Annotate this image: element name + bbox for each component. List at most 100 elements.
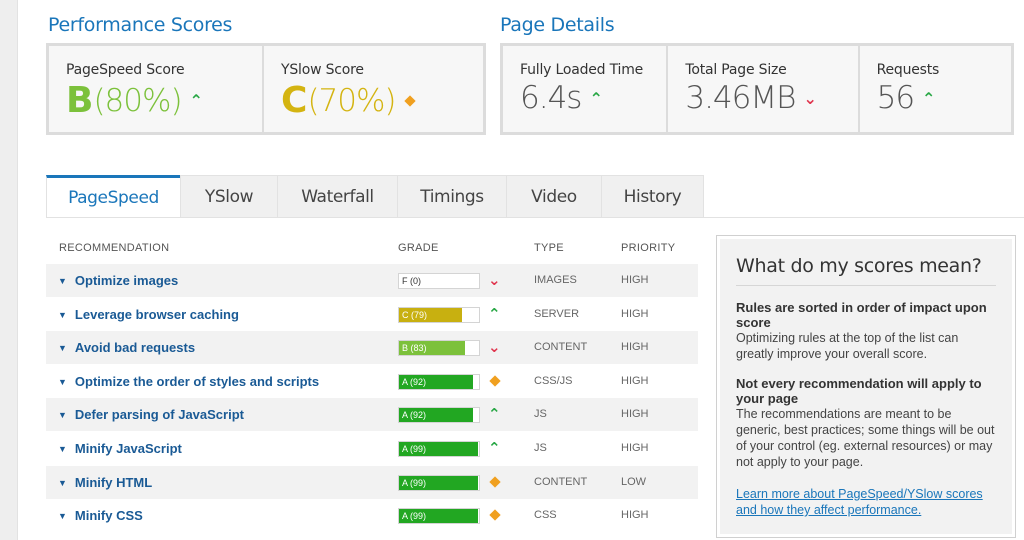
header-type: TYPE — [534, 242, 564, 254]
recommendation-name: Minify CSS — [74, 508, 143, 524]
table-row[interactable]: ▼ Leverage browser caching C (79) ⌃ SERVER HI… — [46, 297, 698, 331]
recommendation-type: JS — [534, 442, 547, 454]
report-tabs: PageSpeed YSlow Waterfall Timings Video … — [46, 175, 704, 218]
triangle-down-icon: ▼ — [58, 343, 67, 354]
table-row[interactable]: ▼ Minify HTML A (99) CONTENT LOW — [46, 465, 698, 499]
recommendation-type: SERVER — [534, 307, 580, 320]
page-size-value: 3.46MB ⌄ — [685, 80, 857, 116]
yslow-score-label: YSlow Score — [281, 62, 364, 78]
chevron-up-icon: ⌃ — [488, 406, 501, 424]
info-paragraph-1: Optimizing rules at the top of the list … — [736, 331, 959, 361]
grade-bar: B (83) — [398, 340, 480, 357]
learn-more-link[interactable]: Learn more about PageSpeed/YSlow scores … — [736, 486, 996, 518]
recommendation-toggle[interactable]: ▼ Leverage browser caching — [58, 307, 239, 322]
requests-value: 56 ⌃ — [877, 80, 1011, 116]
performance-scores-box: PageSpeed Score B (80%) ⌃ YSlow Score C … — [46, 43, 486, 135]
tab-pagespeed[interactable]: PageSpeed — [46, 175, 181, 218]
recommendation-toggle[interactable]: ▼ Optimize the order of styles and script… — [58, 374, 319, 389]
table-row[interactable]: ▼ Minify JavaScript A (99) ⌃ JS HIGH — [46, 432, 698, 465]
chevron-up-icon: ⌃ — [189, 91, 203, 110]
left-gutter — [0, 0, 18, 540]
recommendation-priority: HIGH — [621, 307, 649, 320]
recommendation-priority: HIGH — [621, 341, 649, 354]
recommendation-name: Defer parsing of JavaScript — [74, 407, 244, 423]
yslow-score-value: C (70%) — [281, 80, 483, 121]
tab-history[interactable]: History — [601, 175, 704, 218]
info-heading-2: Not every recommendation will apply to y… — [736, 376, 982, 406]
recommendation-toggle[interactable]: ▼ Minify HTML — [58, 475, 152, 490]
table-row[interactable]: ▼ Optimize the order of styles and script… — [46, 364, 698, 398]
tab-timings[interactable]: Timings — [397, 175, 507, 218]
table-row[interactable]: ▼ Optimize images F (0) ⌄ IMAGES HIGH — [46, 264, 698, 297]
fully-loaded-value: 6.4s ⌃ — [520, 80, 666, 116]
recommendation-priority: HIGH — [621, 509, 649, 522]
recommendation-name: Minify HTML — [74, 474, 153, 490]
page-details-box: Fully Loaded Time 6.4s ⌃ Total Page Size… — [500, 43, 1014, 135]
info-paragraph-2: The recommendations are meant to be gene… — [736, 407, 995, 469]
fully-loaded-label: Fully Loaded Time — [520, 62, 644, 78]
recommendation-type: IMAGES — [534, 274, 577, 286]
pagespeed-score-value: B (80%) ⌃ — [66, 80, 262, 121]
yslow-grade-letter: C — [281, 80, 308, 121]
page-size-card: Total Page Size 3.46MB ⌄ — [668, 46, 858, 132]
tab-divider — [46, 217, 1024, 218]
grade-bar: C (79) — [398, 306, 480, 323]
requests-card: Requests 56 ⌃ — [859, 46, 1011, 132]
grade-text: F (0) — [402, 276, 421, 286]
grade-bar: A (92) — [398, 407, 480, 424]
grade-text: A (99) — [402, 511, 427, 522]
triangle-down-icon: ▼ — [58, 309, 67, 320]
yslow-score-card: YSlow Score C (70%) — [264, 46, 483, 132]
recommendation-toggle[interactable]: ▼ Avoid bad requests — [58, 340, 195, 355]
scores-info-inner: What do my scores mean? Rules are sorted… — [720, 239, 1012, 534]
recommendation-toggle[interactable]: ▼ Defer parsing of JavaScript — [58, 407, 244, 422]
recommendation-priority: HIGH — [621, 374, 649, 387]
header-priority: PRIORITY — [621, 242, 676, 254]
grade-text: B (83) — [402, 343, 427, 354]
triangle-down-icon: ▼ — [58, 276, 67, 286]
fully-loaded-number: 6.4s — [520, 80, 582, 116]
table-row[interactable]: ▼ Minify CSS A (99) CSS HIGH — [46, 499, 698, 533]
chevron-up-icon: ⌃ — [488, 305, 501, 323]
yslow-grade-percent: (70%) — [307, 82, 396, 119]
triangle-down-icon: ▼ — [58, 376, 67, 387]
grade-text: A (92) — [402, 376, 427, 387]
grade-bar: A (99) — [398, 474, 480, 491]
table-row[interactable]: ▼ Defer parsing of JavaScript A (92) ⌃ JS HIG… — [46, 398, 698, 432]
grade-text: A (92) — [402, 410, 427, 421]
recommendation-priority: HIGH — [621, 408, 649, 421]
header-grade: GRADE — [398, 242, 439, 254]
grade-text: A (99) — [402, 477, 427, 488]
grade-text: A (99) — [402, 444, 427, 454]
page-size-number: 3.46MB — [685, 80, 796, 116]
tab-waterfall[interactable]: Waterfall — [277, 175, 398, 218]
requests-label: Requests — [876, 62, 940, 78]
table-row[interactable]: ▼ Avoid bad requests B (83) ⌄ CONTENT HIGH — [46, 331, 698, 365]
recommendation-name: Avoid bad requests — [74, 340, 196, 356]
grade-bar: A (99) — [398, 441, 480, 457]
diamond-icon — [403, 94, 416, 107]
recommendation-name: Optimize the order of styles and scripts — [74, 373, 320, 389]
recommendation-priority: LOW — [621, 475, 647, 488]
info-heading-1: Rules are sorted in order of impact upon… — [736, 300, 987, 330]
recommendation-priority: HIGH — [621, 442, 649, 454]
tab-yslow[interactable]: YSlow — [180, 175, 278, 218]
chevron-up-icon: ⌃ — [488, 440, 501, 457]
recommendation-type: CSS — [534, 509, 557, 522]
recommendations-header: RECOMMENDATION GRADE TYPE PRIORITY — [46, 242, 698, 256]
page-details-title: Page Details — [500, 14, 615, 36]
chevron-down-icon: ⌄ — [488, 272, 501, 289]
recommendation-priority: HIGH — [621, 274, 649, 286]
recommendation-toggle[interactable]: ▼ Minify JavaScript — [58, 441, 182, 456]
requests-number: 56 — [876, 80, 915, 116]
recommendation-toggle[interactable]: ▼ Optimize images — [58, 273, 178, 288]
chevron-down-icon: ⌄ — [488, 339, 501, 357]
grade-bar: F (0) — [398, 273, 480, 289]
recommendation-type: CONTENT — [534, 341, 588, 354]
recommendation-toggle[interactable]: ▼ Minify CSS — [58, 508, 143, 523]
tab-video[interactable]: Video — [506, 175, 602, 218]
pagespeed-grade-letter: B — [66, 80, 94, 121]
chevron-down-icon: ⌄ — [803, 88, 816, 108]
page-size-label: Total Page Size — [685, 62, 787, 78]
recommendation-type: CSS/JS — [534, 374, 573, 387]
